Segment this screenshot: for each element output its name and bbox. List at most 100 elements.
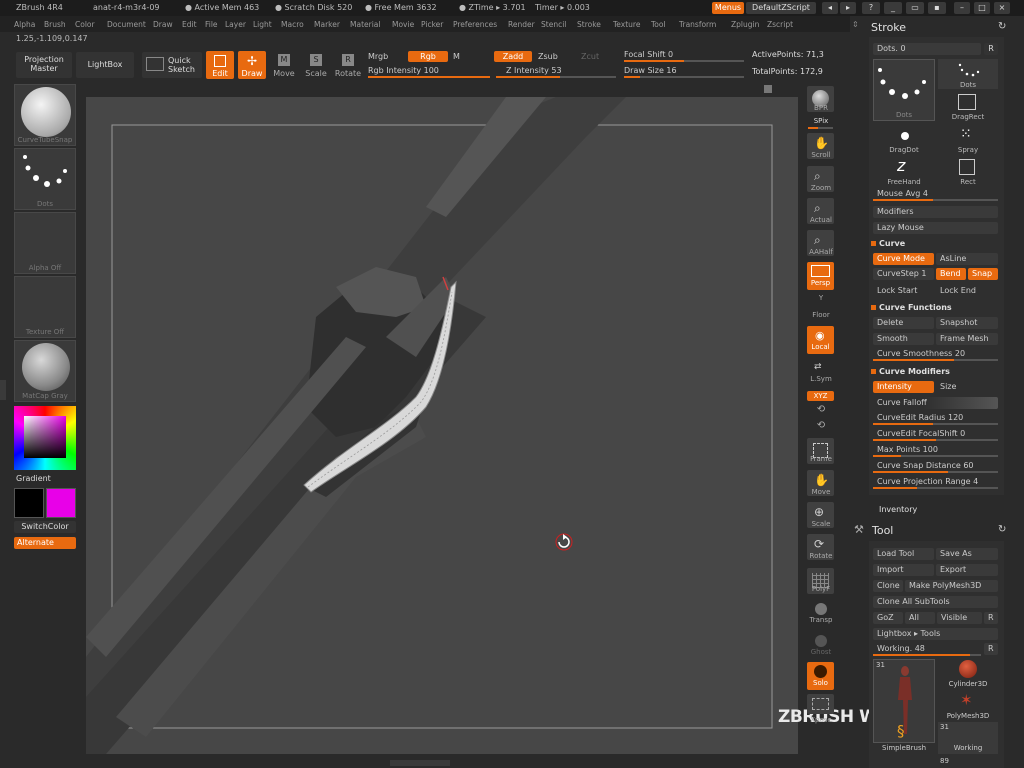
lazy-mouse-subpalette[interactable]: Lazy Mouse	[873, 222, 998, 234]
stroke-thumb-spray[interactable]: ⁙ Spray	[938, 124, 998, 156]
local-button[interactable]: ◉ Local	[807, 326, 834, 354]
model-viewport[interactable]	[86, 97, 798, 754]
menu-movie[interactable]: Movie	[392, 20, 414, 29]
brush-selector[interactable]: CurveTubeSnap	[14, 84, 76, 146]
menu-preferences[interactable]: Preferences	[453, 20, 497, 29]
snapshot-button[interactable]: Snapshot	[936, 317, 998, 329]
menu-render[interactable]: Render	[508, 20, 535, 29]
menu-brush[interactable]: Brush	[44, 20, 66, 29]
rgb-intensity-track[interactable]	[368, 76, 490, 78]
lock-end-toggle[interactable]: Lock End	[936, 285, 998, 297]
window-close-icon[interactable]: ×	[994, 2, 1010, 14]
focal-shift-slider[interactable]: Focal Shift 0	[624, 50, 673, 59]
menu-color[interactable]: Color	[75, 20, 95, 29]
menu-picker[interactable]: Picker	[421, 20, 443, 29]
stroke-palette-title[interactable]: Stroke	[871, 21, 906, 34]
mouse-avg-track[interactable]	[873, 199, 998, 201]
menu-zscript[interactable]: Zscript	[767, 20, 793, 29]
rotate-axis-icon[interactable]: ⟲	[802, 404, 840, 415]
menu-alpha[interactable]: Alpha	[14, 20, 35, 29]
bottom-tray-handle[interactable]	[390, 760, 450, 766]
m-toggle[interactable]: M	[453, 52, 460, 61]
lsym-button[interactable]: ⇄	[807, 362, 834, 376]
snap-toggle[interactable]: Snap	[968, 268, 998, 280]
curve-snap-distance-track[interactable]	[873, 471, 998, 473]
curve-smoothness-track[interactable]	[873, 359, 998, 361]
material-selector[interactable]: MatCap Gray	[14, 340, 76, 402]
help-icon[interactable]: ?	[862, 2, 880, 14]
draw-size-slider[interactable]: Draw Size 16	[624, 66, 677, 75]
gradient-label[interactable]: Gradient	[16, 474, 51, 483]
max-points-track[interactable]	[873, 455, 998, 457]
curve-section-header[interactable]: Curve	[871, 239, 905, 248]
switch-color-button[interactable]: SwitchColor	[14, 521, 76, 533]
canvas-corner-handle[interactable]	[764, 85, 772, 93]
clone-all-subtools-button[interactable]: Clone All SubTools	[873, 596, 998, 608]
solo-button[interactable]: Solo	[807, 662, 834, 690]
clone-button[interactable]: Clone	[873, 580, 903, 592]
arrow-left-icon[interactable]: ◂	[822, 2, 838, 14]
projection-master-button[interactable]: Projection Master	[16, 52, 72, 78]
rgb-intensity-slider[interactable]: Rgb Intensity 100	[368, 66, 439, 75]
menus-button[interactable]: Menus	[712, 2, 744, 14]
menu-zplugin[interactable]: Zplugin	[731, 20, 759, 29]
stroke-palette-reset-icon[interactable]: ↻	[998, 21, 1006, 32]
goz-button[interactable]: GoZ	[873, 612, 903, 624]
curve-projection-range-track[interactable]	[873, 487, 998, 489]
draw-size-track[interactable]	[624, 76, 744, 78]
menu-light[interactable]: Light	[253, 20, 272, 29]
load-tool-button[interactable]: Load Tool	[873, 548, 934, 560]
rotate-button[interactable]: R Rotate	[335, 51, 361, 79]
zadd-toggle[interactable]: Zadd	[494, 51, 532, 62]
modifiers-subpalette[interactable]: Modifiers	[873, 206, 998, 218]
lightbox-button[interactable]: LightBox	[76, 52, 134, 78]
zsub-toggle[interactable]: Zsub	[538, 52, 558, 61]
focal-shift-track[interactable]	[624, 60, 744, 62]
color-picker[interactable]	[14, 406, 76, 470]
zcut-toggle[interactable]: Zcut	[581, 52, 599, 61]
minimize-icon[interactable]: _	[884, 2, 902, 14]
tool-thumb-cylinder3d[interactable]: Cylinder3D	[938, 659, 998, 689]
menu-layer[interactable]: Layer	[225, 20, 246, 29]
make-polymesh-button[interactable]: Make PolyMesh3D	[905, 580, 998, 592]
frame-mesh-button[interactable]: Frame Mesh	[936, 333, 998, 345]
alpha-selector[interactable]: Alpha Off	[14, 212, 76, 274]
goz-all-button[interactable]: All	[905, 612, 935, 624]
stroke-thumb-rect[interactable]: Rect	[938, 156, 998, 188]
export-button[interactable]: Export	[936, 564, 998, 576]
lightbox-tools-button[interactable]: Lightbox ▸ Tools	[873, 628, 998, 640]
draw-button[interactable]: ✢ Draw	[238, 51, 266, 79]
tool-thumb-simplebrush[interactable]: § SimpleBrush	[873, 722, 935, 754]
default-zscript-button[interactable]: DefaultZScript	[746, 2, 816, 14]
spix-slider[interactable]	[808, 127, 833, 129]
tool-thumb-polymesh3d[interactable]: ✶ PolyMesh3D	[938, 691, 998, 721]
palette-icon[interactable]: ▭	[906, 2, 924, 14]
document-canvas[interactable]: ZBRUSH WORKSHOPS	[86, 85, 980, 754]
import-button[interactable]: Import	[873, 564, 934, 576]
window-maximize-icon[interactable]: □	[974, 2, 990, 14]
xpose-button[interactable]	[807, 694, 834, 714]
menu-file[interactable]: File	[205, 20, 218, 29]
lock-icon[interactable]: ▪	[928, 2, 946, 14]
primary-color-swatch[interactable]	[14, 488, 44, 518]
quick-sketch-button[interactable]: Quick Sketch	[142, 52, 202, 78]
rotate-axis2-icon[interactable]: ⟲	[802, 420, 840, 431]
curveedit-focalshift-track[interactable]	[873, 439, 998, 441]
stroke-r-button[interactable]: R	[984, 43, 998, 55]
inventory-header[interactable]: Inventory	[879, 505, 917, 514]
spix-label[interactable]: SPix	[802, 117, 840, 125]
curve-modifiers-header[interactable]: Curve Modifiers	[871, 367, 950, 376]
curveedit-radius-track[interactable]	[873, 423, 998, 425]
goz-visible-button[interactable]: Visible	[937, 612, 982, 624]
menu-transform[interactable]: Transform	[679, 20, 716, 29]
alternate-toggle[interactable]: Alternate	[14, 537, 76, 549]
stroke-thumb-dragdot[interactable]: DragDot	[873, 124, 935, 156]
intensity-toggle[interactable]: Intensity	[873, 381, 934, 393]
size-toggle[interactable]: Size	[936, 381, 998, 393]
color-square[interactable]	[24, 416, 66, 458]
smooth-button[interactable]: Smooth	[873, 333, 934, 345]
menu-material[interactable]: Material	[350, 20, 380, 29]
tool-thumb-working[interactable]: 31 Working	[938, 722, 998, 754]
dots-slider[interactable]: Dots. 0	[873, 43, 981, 55]
floor-label[interactable]: Floor	[802, 311, 840, 319]
